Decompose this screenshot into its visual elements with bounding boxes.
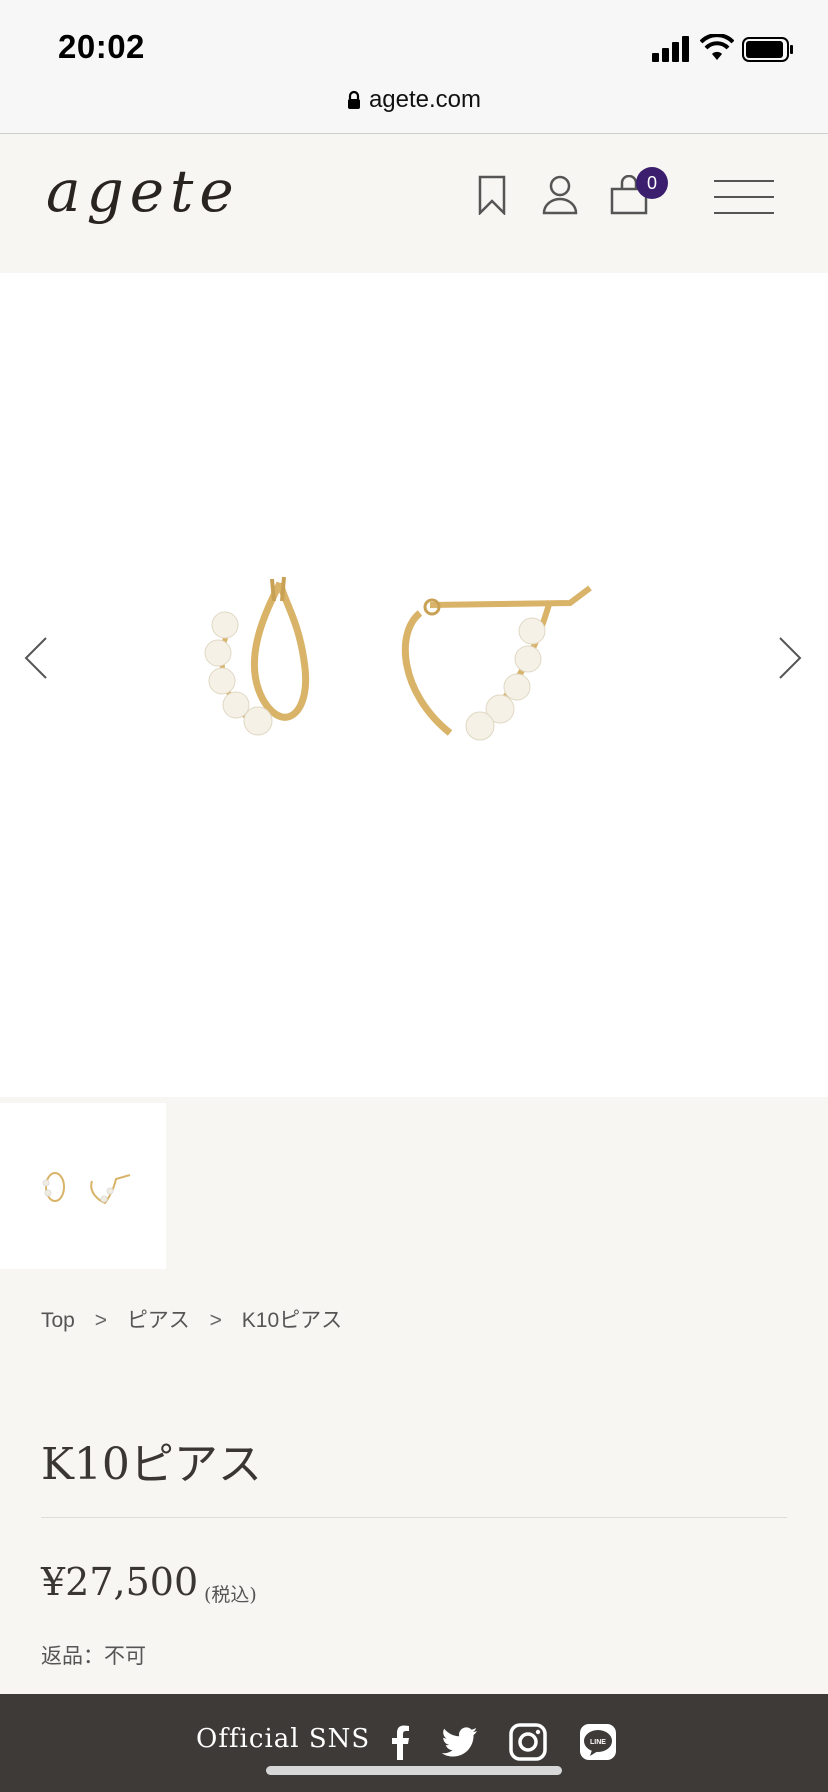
breadcrumb-category[interactable]: ピアス (127, 1309, 190, 1332)
divider (41, 1517, 787, 1518)
bookmark-icon[interactable] (476, 175, 508, 215)
cart-count-badge: 0 (636, 167, 668, 199)
twitter-icon[interactable] (440, 1722, 480, 1762)
breadcrumb-top[interactable]: Top (41, 1309, 75, 1332)
thumbnail-image (42, 1172, 131, 1205)
tax-note: (税込) (204, 1584, 257, 1606)
cellular-signal-icon (652, 36, 689, 62)
instagram-icon[interactable] (508, 1722, 548, 1762)
product-price: ¥27,500 (41, 1560, 199, 1604)
address-bar[interactable]: agete.com (0, 86, 828, 114)
product-thumbnail[interactable] (0, 1103, 166, 1269)
chevron-right-icon[interactable] (776, 635, 804, 681)
wifi-icon (700, 34, 734, 60)
breadcrumb-separator: > (94, 1309, 107, 1332)
sns-footer: Official SNS LINE (0, 1694, 828, 1792)
status-bar: 20:02 agete.com (0, 0, 828, 134)
thumbnail-strip (0, 1103, 828, 1269)
breadcrumb-current: K10ピアス (241, 1309, 343, 1332)
account-icon[interactable] (542, 175, 578, 215)
hamburger-menu-icon[interactable] (714, 180, 774, 214)
product-image-carousel[interactable] (0, 273, 828, 1097)
return-policy: 返品：不可 (41, 1645, 146, 1668)
line-icon[interactable]: LINE (578, 1722, 618, 1762)
breadcrumb: Top > ピアス > K10ピアス (41, 1304, 356, 1334)
svg-text:LINE: LINE (590, 1739, 606, 1746)
facebook-icon[interactable] (380, 1722, 420, 1762)
site-header: agete 0 (0, 135, 828, 273)
status-time: 20:02 (58, 28, 145, 65)
battery-icon (742, 37, 793, 62)
sns-label: Official SNS (196, 1724, 371, 1754)
home-indicator (266, 1766, 562, 1775)
product-title: K10ピアス (41, 1439, 262, 1490)
lock-icon (347, 90, 360, 109)
chevron-left-icon[interactable] (22, 635, 50, 681)
brand-logo[interactable]: agete (46, 157, 240, 225)
product-image (204, 576, 592, 741)
url-text: agete.com (368, 86, 482, 113)
breadcrumb-separator: > (209, 1309, 222, 1332)
